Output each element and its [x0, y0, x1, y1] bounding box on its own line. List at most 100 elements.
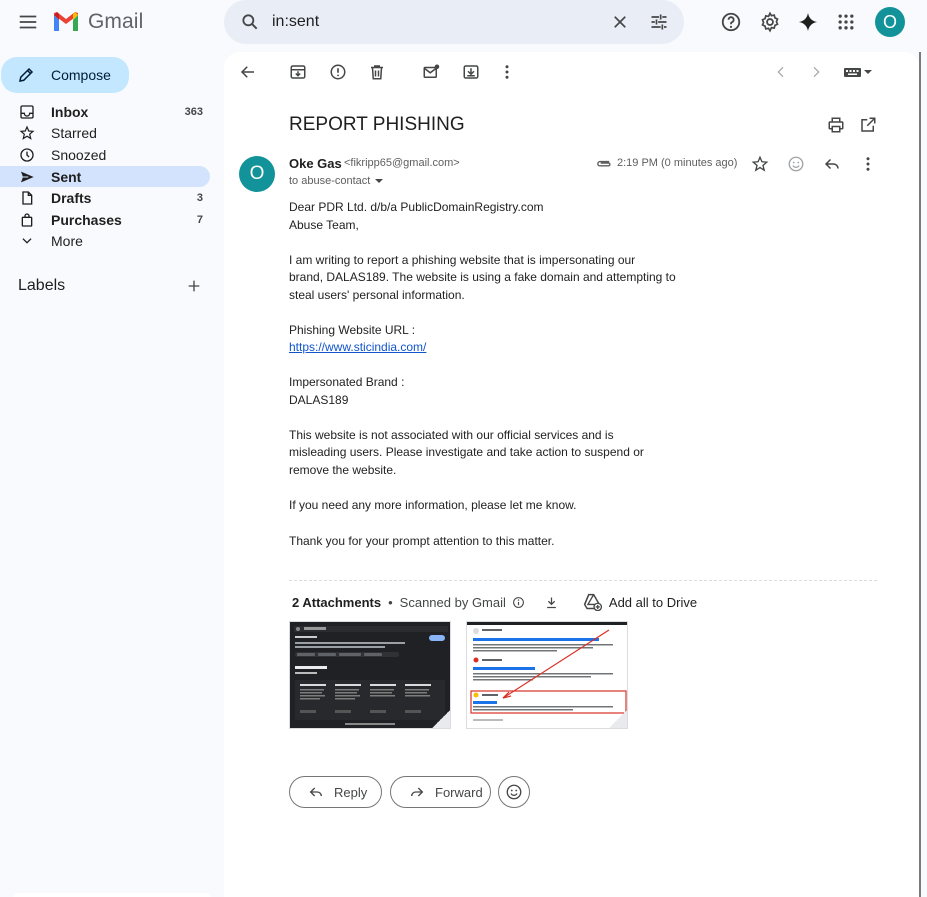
body-line: Phishing Website URL : [289, 322, 416, 337]
sidebar-item-label: Starred [51, 124, 97, 141]
sidebar-item-label: Inbox [51, 103, 89, 120]
attachments-divider [289, 580, 877, 581]
scrollbar[interactable] [919, 52, 921, 897]
sidebar-item-label: Drafts [51, 189, 92, 206]
reply-arrow-icon[interactable] [822, 154, 842, 174]
apps-grid-icon[interactable] [834, 10, 858, 34]
forward-arrow-icon [409, 784, 425, 800]
attachment-thumbnail-1[interactable] [289, 621, 451, 729]
sidebar-item-sent[interactable]: Sent [0, 166, 210, 187]
back-arrow-icon[interactable] [238, 62, 258, 82]
sidebar-item-label: Snoozed [51, 146, 107, 163]
reply-button[interactable]: Reply [289, 776, 382, 808]
gmail-m-icon [54, 12, 78, 31]
input-tools-keyboard-icon[interactable] [842, 62, 874, 82]
sidebar-item-snoozed[interactable]: Snoozed [0, 144, 210, 165]
print-icon[interactable] [826, 115, 846, 135]
forward-label: Forward [435, 784, 483, 800]
drafts-count: 3 [196, 191, 203, 204]
body-line: Impersonated Brand : [289, 375, 405, 389]
reply-arrow-icon [308, 784, 324, 800]
phishing-url-link[interactable]: https://www.sticindia.com/ [289, 340, 426, 354]
sidebar-item-label: Purchases [51, 211, 122, 228]
search-icon[interactable] [238, 10, 262, 34]
attachment-clip-icon [594, 155, 612, 171]
info-icon[interactable] [512, 596, 525, 609]
search-input[interactable] [272, 10, 592, 34]
clock-icon [18, 146, 36, 164]
archive-icon[interactable] [288, 62, 308, 82]
download-all-icon[interactable] [544, 595, 559, 610]
inbox-count: 363 [184, 105, 203, 118]
body-line: This website is not associated with our … [289, 427, 614, 442]
body-line: Abuse Team, [289, 217, 359, 232]
main-menu-icon[interactable] [8, 8, 48, 36]
body-line: DALAS189 [289, 392, 349, 407]
sidebar-item-starred[interactable]: Starred [0, 122, 210, 143]
add-to-drive-icon[interactable] [582, 593, 602, 611]
sender-name[interactable]: Oke Gas [289, 156, 342, 171]
smiley-icon [505, 783, 523, 801]
sender-avatar[interactable]: O [239, 156, 275, 192]
add-label-icon[interactable] [185, 277, 203, 295]
open-in-new-window-icon[interactable] [858, 115, 878, 135]
shopping-bag-icon [18, 211, 36, 229]
sidebar-item-purchases[interactable]: Purchases 7 [0, 209, 210, 230]
email-timestamp: 2:19 PM (0 minutes ago) [617, 157, 738, 169]
gemini-sparkle-icon[interactable] [796, 10, 820, 34]
sidebar-item-drafts[interactable]: Drafts 3 [0, 187, 210, 208]
body-line: I am writing to report a phishing websit… [289, 252, 636, 267]
older-chevron-right-icon[interactable] [806, 62, 826, 82]
compose-label: Compose [51, 67, 111, 83]
newer-chevron-left-icon[interactable] [771, 62, 791, 82]
body-line: misleading users. Please investigate and… [289, 445, 644, 459]
body-line: remove the website. [289, 462, 397, 477]
star-icon [18, 124, 36, 142]
sidebar-item-label: More [51, 232, 83, 249]
pencil-icon [17, 66, 35, 84]
labels-heading: Labels [18, 277, 66, 294]
recipient-details[interactable]: to abuse-contact [289, 175, 384, 187]
thumbnail-fold [432, 710, 450, 728]
more-vertical-icon[interactable] [497, 62, 517, 82]
mark-unread-icon[interactable] [421, 62, 441, 82]
gmail-logo[interactable]: Gmail [52, 9, 152, 35]
settings-gear-icon[interactable] [758, 10, 782, 34]
attachments-header: 2 Attachments • Scanned by Gmail Add all… [292, 593, 697, 611]
sidebar-item-more[interactable]: More [0, 230, 210, 251]
add-all-to-drive-label[interactable]: Add all to Drive [609, 595, 697, 610]
clear-search-icon[interactable] [608, 10, 632, 34]
chevron-down-icon [18, 232, 36, 250]
delete-trash-icon[interactable] [367, 62, 387, 82]
attachments-separator: • [388, 594, 393, 610]
emoji-reaction-button[interactable] [498, 776, 530, 808]
gmail-logo-text: Gmail [88, 10, 144, 33]
star-icon[interactable] [750, 154, 770, 174]
email-body: Dear PDR Ltd. d/b/a PublicDomainRegistry… [289, 199, 676, 550]
draft-file-icon [18, 189, 36, 207]
compose-button[interactable]: Compose [1, 57, 129, 93]
body-line: Dear PDR Ltd. d/b/a PublicDomainRegistry… [289, 200, 544, 214]
body-line: steal users' personal information. [289, 287, 465, 302]
forward-button[interactable]: Forward [390, 776, 491, 808]
caret-down-icon [374, 176, 384, 186]
recipient-label: to abuse-contact [289, 175, 371, 187]
search-options-icon[interactable] [647, 10, 671, 34]
scanned-label: Scanned by Gmail [399, 594, 506, 610]
send-icon [18, 168, 36, 186]
sidebar-item-inbox[interactable]: Inbox 363 [0, 101, 210, 122]
sender-email: <fikripp65@gmail.com> [344, 157, 460, 169]
account-avatar[interactable]: O [875, 7, 905, 37]
move-to-icon[interactable] [461, 62, 481, 82]
purchases-count: 7 [196, 213, 203, 226]
message-more-vertical-icon[interactable] [858, 154, 878, 174]
reply-label: Reply [334, 784, 368, 800]
email-subject: REPORT PHISHING [289, 114, 465, 135]
report-spam-icon[interactable] [328, 62, 348, 82]
add-reaction-icon[interactable] [786, 154, 806, 174]
thumbnail-fold [609, 710, 627, 728]
attachments-count: 2 Attachments [292, 594, 382, 610]
sidebar-item-label: Sent [51, 168, 82, 185]
help-icon[interactable] [719, 10, 743, 34]
attachment-thumbnail-2[interactable] [466, 621, 628, 729]
